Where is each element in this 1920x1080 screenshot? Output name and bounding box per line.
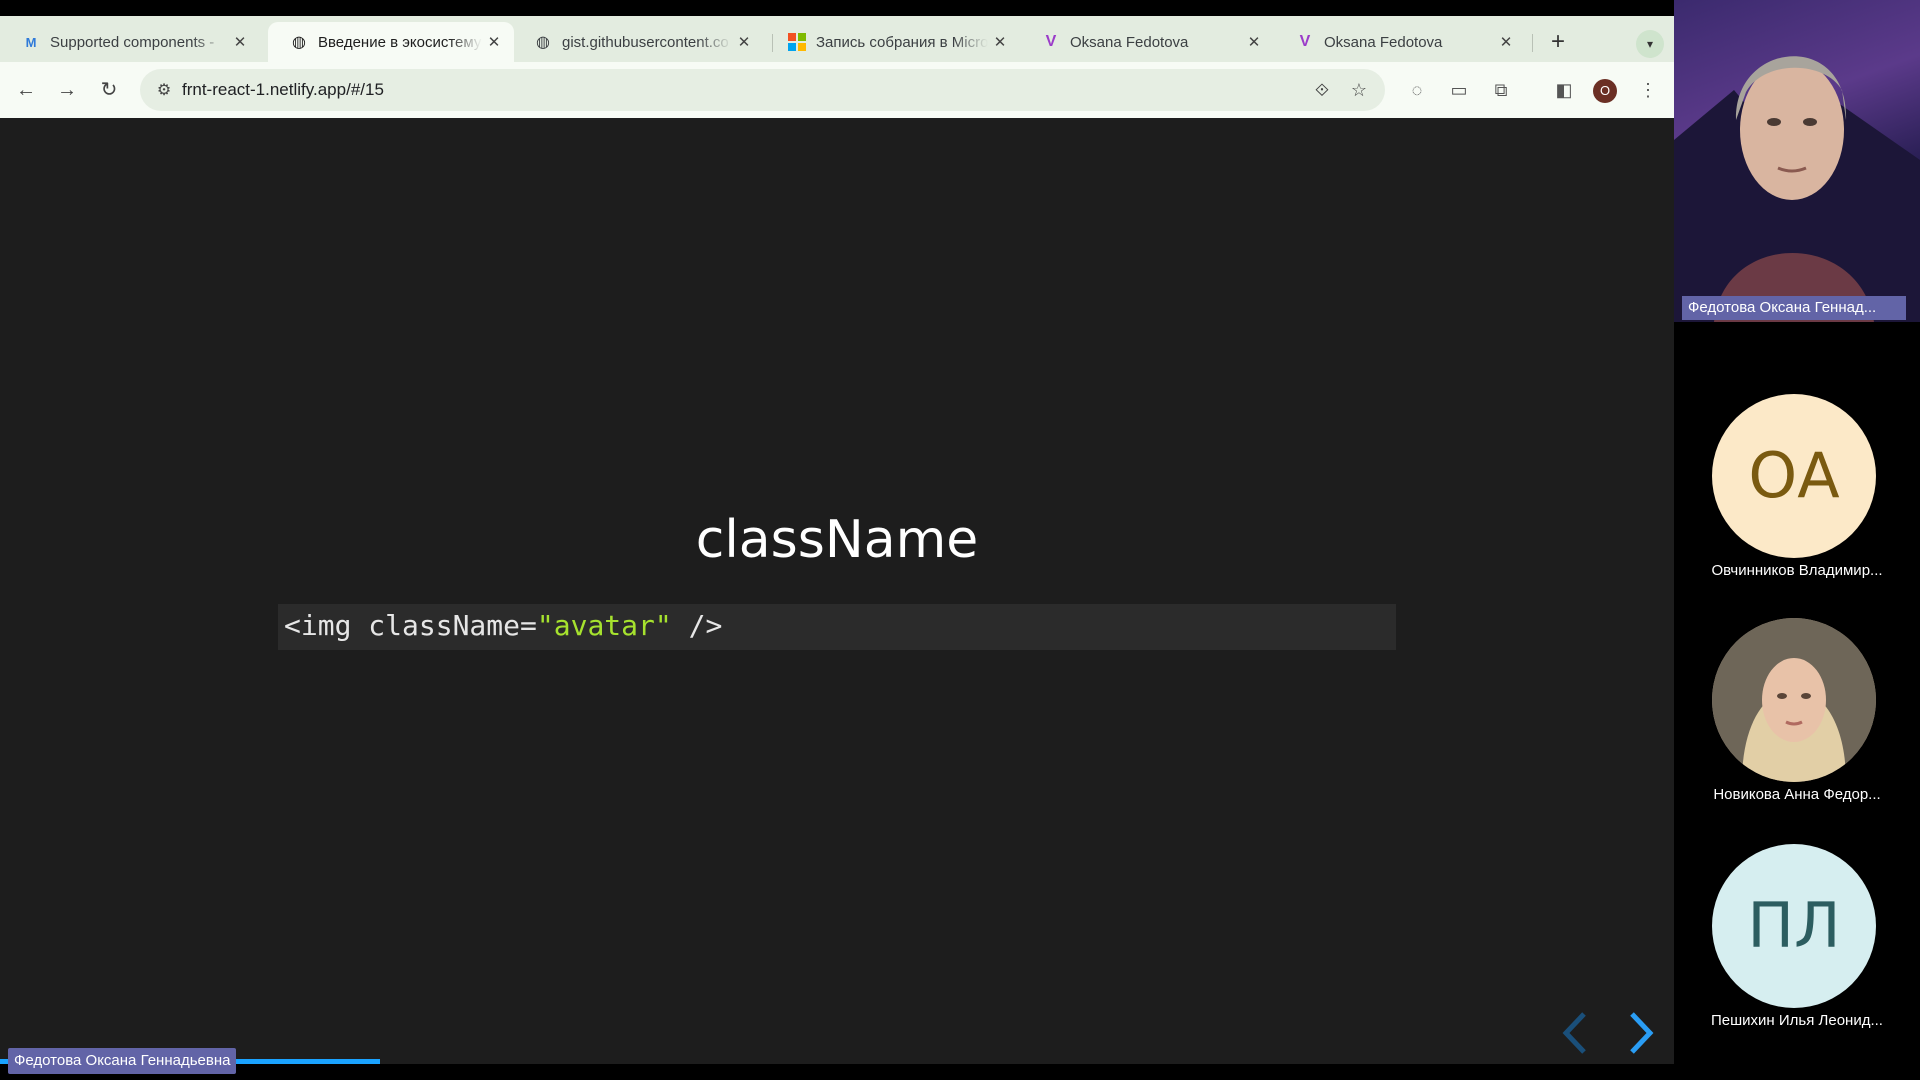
- tab-meeting-recording[interactable]: Запись собрания в Micro ✕: [766, 22, 1020, 62]
- avatar: ОА: [1712, 394, 1876, 558]
- code-block: <img className="avatar" />: [278, 604, 1396, 650]
- participant-tile[interactable]: ОА Овчинников Владимир...: [1674, 394, 1920, 584]
- tab-label: gist.githubusercontent.co: [562, 33, 729, 51]
- tab-search-chevron-icon[interactable]: ▾: [1636, 30, 1664, 58]
- presenter-video[interactable]: Федотова Оксана Геннад...: [1674, 0, 1920, 322]
- avatar: ПЛ: [1712, 844, 1876, 1008]
- address-bar[interactable]: ⚙ frnt-react-1.netlify.app/#/15 ⟐ ☆: [140, 69, 1385, 111]
- tab-bar: M Supported components - ✕ ◍ Введение в …: [0, 16, 1674, 62]
- presenter-name-tag: Федотова Оксана Геннадьевна: [8, 1048, 237, 1074]
- avatar: [1712, 618, 1876, 782]
- close-tab-icon[interactable]: ✕: [988, 33, 1012, 51]
- presenter-video-image: [1674, 56, 1920, 322]
- bookmark-star-icon[interactable]: ☆: [1347, 78, 1371, 102]
- tab-separator: [1532, 34, 1533, 52]
- tab-gist[interactable]: ◍ gist.githubusercontent.co ✕: [512, 22, 764, 62]
- close-tab-icon[interactable]: ✕: [1494, 33, 1518, 51]
- prev-slide-arrow-icon[interactable]: [1556, 1008, 1596, 1058]
- close-tab-icon[interactable]: ✕: [732, 33, 756, 51]
- code-tag-close: />: [671, 609, 723, 642]
- microsoft-icon: [788, 33, 806, 51]
- translate-icon[interactable]: ⟐: [1310, 78, 1334, 102]
- extensions-puzzle-icon[interactable]: ⧉: [1487, 76, 1515, 104]
- url-text[interactable]: frnt-react-1.netlify.app/#/15: [182, 80, 384, 100]
- mui-icon: M: [25, 34, 37, 50]
- participants-panel: Федотова Оксана Геннад... ОА Овчинников …: [1674, 0, 1920, 1080]
- next-slide-arrow-icon[interactable]: [1620, 1008, 1660, 1058]
- reload-icon[interactable]: ↻: [95, 76, 123, 104]
- participant-name: Овчинников Владимир...: [1711, 562, 1883, 579]
- code-string: "avatar": [536, 609, 672, 642]
- more-menu-icon[interactable]: ⋮: [1634, 76, 1662, 104]
- close-tab-icon[interactable]: ✕: [228, 33, 252, 51]
- tab-label: Oksana Fedotova: [1070, 33, 1189, 51]
- globe-icon: ◍: [292, 34, 306, 51]
- v-logo-icon: V: [1299, 33, 1311, 50]
- video-name-tag: Федотова Оксана Геннад...: [1682, 296, 1906, 320]
- tab-oksana-fedotova-2[interactable]: V Oksana Fedotova ✕: [1274, 22, 1526, 62]
- extension-icon[interactable]: ◌: [1403, 76, 1431, 104]
- v-logo-icon: V: [1045, 33, 1057, 50]
- tab-label: Oksana Fedotova: [1324, 33, 1443, 51]
- browser-window: M Supported components - ✕ ◍ Введение в …: [0, 16, 1674, 1064]
- tab-oksana-fedotova-1[interactable]: V Oksana Fedotova ✕: [1020, 22, 1274, 62]
- tab-supported-components[interactable]: M Supported components - ✕: [0, 22, 260, 62]
- close-tab-icon[interactable]: ✕: [482, 33, 506, 51]
- tab-label: Supported components -: [50, 33, 215, 51]
- presentation-slide: className <img className="avatar" />: [0, 118, 1674, 1064]
- code-line: <img className="avatar" />: [284, 609, 722, 642]
- screen-top-strip: [0, 0, 1674, 16]
- new-tab-button[interactable]: +: [1543, 28, 1573, 58]
- tab-label: Введение в экосистему: [318, 33, 482, 51]
- avatar-photo: [1712, 618, 1876, 782]
- side-panel-icon[interactable]: ◧: [1550, 76, 1578, 104]
- forward-arrow-icon[interactable]: →: [53, 76, 81, 104]
- browser-toolbar: ← → ↻ ⚙ frnt-react-1.netlify.app/#/15 ⟐ …: [0, 62, 1674, 118]
- back-arrow-icon[interactable]: ←: [12, 76, 40, 104]
- code-tag-open: <img className=: [284, 609, 537, 642]
- participant-tile[interactable]: ПЛ Пешихин Илья Леонид...: [1674, 844, 1920, 1034]
- site-settings-icon[interactable]: ⚙: [154, 80, 174, 100]
- participant-name: Пешихин Илья Леонид...: [1711, 1012, 1883, 1029]
- globe-icon: ◍: [536, 34, 550, 51]
- slide-title: className: [695, 510, 979, 570]
- participant-tile[interactable]: Новикова Анна Федор...: [1674, 618, 1920, 808]
- tab-react-intro[interactable]: ◍ Введение в экосистему ✕: [268, 22, 514, 62]
- participant-name: Новикова Анна Федор...: [1713, 786, 1881, 803]
- tab-label: Запись собрания в Micro: [816, 33, 988, 51]
- profile-avatar[interactable]: O: [1593, 79, 1617, 103]
- close-tab-icon[interactable]: ✕: [1242, 33, 1266, 51]
- extension-icon[interactable]: ▭: [1445, 76, 1473, 104]
